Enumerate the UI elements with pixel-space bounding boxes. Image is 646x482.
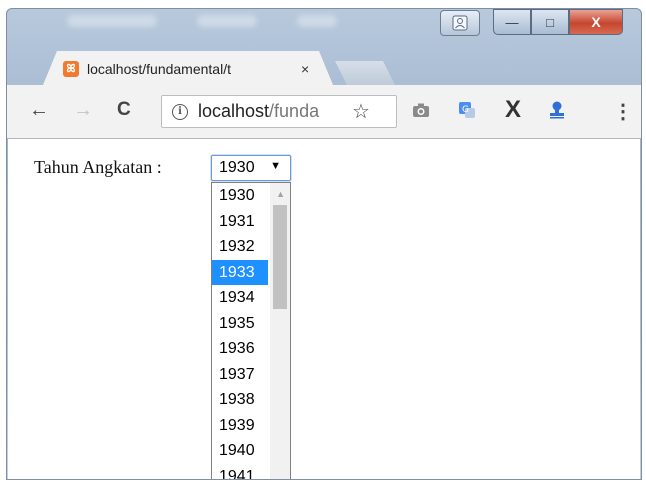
year-option[interactable]: 1932 (212, 234, 268, 260)
forward-arrow-icon[interactable]: → (73, 99, 93, 122)
dropdown-arrow-icon: ▼ (270, 160, 281, 172)
maximize-button[interactable]: □ (531, 9, 569, 35)
year-option[interactable]: 1933 (212, 259, 268, 285)
toolbar: ← → C i localhost/funda ☆ G X ⋮ (7, 85, 641, 139)
translate-extension-icon[interactable]: G (455, 97, 479, 123)
year-option[interactable]: 1938 (212, 387, 268, 413)
x-extension-icon[interactable]: X (501, 96, 525, 123)
reload-icon[interactable]: C (117, 99, 131, 121)
tahun-angkatan-select[interactable]: 1930 ▼ (211, 155, 291, 181)
year-option[interactable]: 1935 (212, 311, 268, 337)
menu-dots-icon[interactable]: ⋮ (613, 99, 633, 124)
year-option[interactable]: 1939 (212, 413, 268, 439)
year-option[interactable]: 1937 (212, 362, 268, 388)
year-option[interactable]: 1940 (212, 438, 268, 464)
selected-value: 1930 (219, 159, 255, 176)
tab-title: localhost/fundamental/t (87, 61, 231, 77)
new-tab-button[interactable] (335, 61, 395, 85)
url-text[interactable]: localhost/funda (198, 101, 348, 122)
info-icon[interactable]: i (172, 103, 188, 120)
year-option[interactable]: 1941 (212, 464, 268, 480)
year-option[interactable]: 1931 (212, 209, 268, 235)
year-option[interactable]: 1936 (212, 336, 268, 362)
address-bar[interactable]: i localhost/funda ☆ (161, 95, 397, 128)
tab-close-icon[interactable]: × (301, 61, 309, 77)
title-bar: — □ X (7, 9, 641, 49)
scrollbar-thumb[interactable] (273, 205, 287, 309)
scroll-up-arrow-icon[interactable]: ▲ (276, 189, 285, 199)
dropdown-scrollbar[interactable]: ▲ (270, 183, 290, 479)
year-option[interactable]: 1930 (212, 183, 268, 209)
year-option[interactable]: 1934 (212, 285, 268, 311)
minimize-icon: — (505, 14, 519, 30)
profile-button[interactable] (440, 10, 480, 36)
back-arrow-icon[interactable]: ← (29, 99, 49, 122)
browser-tab[interactable]: ꕤ localhost/fundamental/t × (43, 51, 333, 85)
year-dropdown-list[interactable]: 1930 1931 1932 1933 1934 1935 1936 1937 1938 1939… (211, 182, 291, 480)
page-content: Tahun Angkatan : 1930 ▼ 1930 1931 1932 1933… (8, 139, 640, 479)
window-controls: — □ X (493, 9, 623, 35)
minimize-button[interactable]: — (493, 9, 531, 35)
camera-icon[interactable] (409, 97, 433, 123)
maximize-icon: □ (546, 14, 554, 30)
tahun-angkatan-label: Tahun Angkatan : (34, 157, 162, 177)
svg-text:G: G (462, 105, 469, 115)
browser-window: — □ X ꕤ localhost/fundamental/t × ← → C … (6, 8, 642, 480)
close-icon: X (591, 14, 601, 30)
close-window-button[interactable]: X (569, 9, 623, 35)
bookmark-star-icon[interactable]: ☆ (352, 99, 370, 124)
stamp-extension-icon[interactable] (545, 97, 569, 123)
user-icon (452, 15, 468, 31)
xampp-favicon-icon: ꕤ (63, 61, 79, 77)
